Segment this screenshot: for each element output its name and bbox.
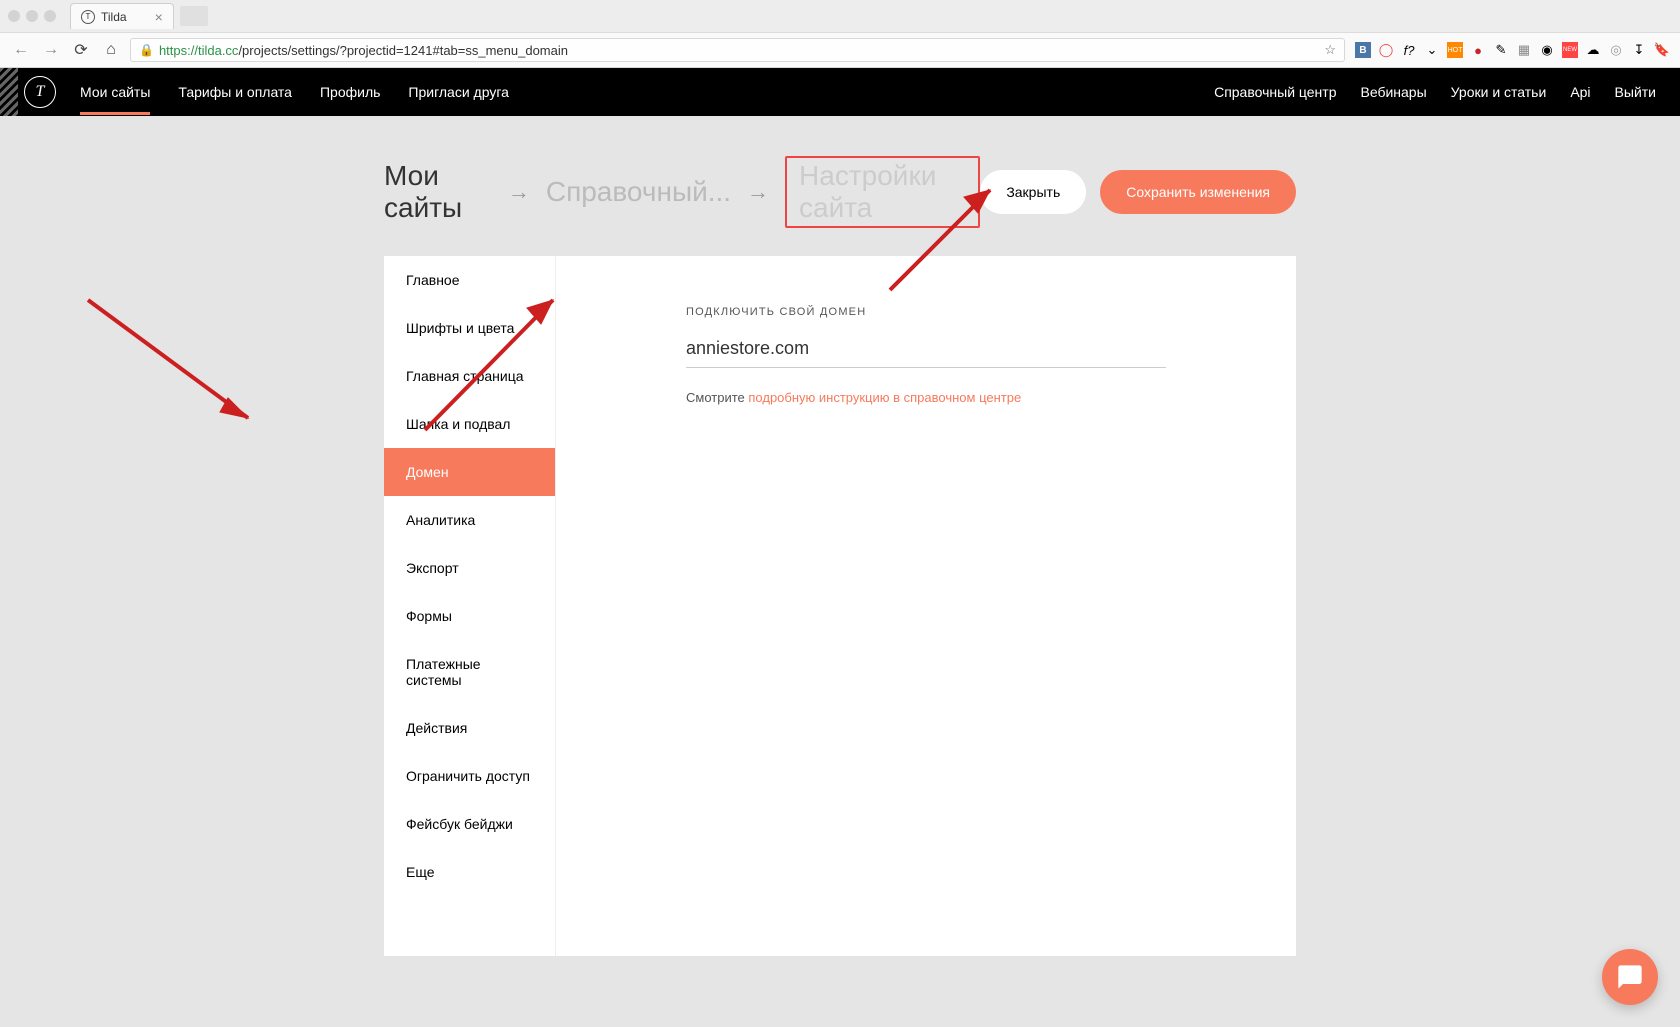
tab-bar: T Tilda × xyxy=(0,0,1680,32)
nav-tutorials[interactable]: Уроки и статьи xyxy=(1451,70,1547,114)
nav-help[interactable]: Справочный центр xyxy=(1214,70,1336,114)
url-field[interactable]: 🔒 https://tilda.cc/projects/settings/?pr… xyxy=(130,38,1345,62)
nav-my-sites[interactable]: Мои сайты xyxy=(80,70,150,114)
close-button[interactable]: Закрыть xyxy=(980,170,1086,214)
sidebar-item-fonts[interactable]: Шрифты и цвета xyxy=(384,304,555,352)
ext-camera-icon[interactable]: ◎ xyxy=(1608,42,1624,58)
help-link[interactable]: подробную инструкцию в справочном центре xyxy=(748,390,1021,405)
crumb-my-sites[interactable]: Мои сайты xyxy=(384,160,492,224)
sidebar-item-homepage[interactable]: Главная страница xyxy=(384,352,555,400)
nav-pricing[interactable]: Тарифы и оплата xyxy=(178,70,292,114)
sidebar-item-general[interactable]: Главное xyxy=(384,256,555,304)
app-header: T Мои сайты Тарифы и оплата Профиль Приг… xyxy=(0,68,1680,116)
crumb-project[interactable]: Справочный... xyxy=(546,176,731,208)
nav-right: Справочный центр Вебинары Уроки и статьи… xyxy=(1214,70,1656,114)
crumb-settings: Настройки сайта xyxy=(785,156,980,228)
star-icon[interactable]: ☆ xyxy=(1324,42,1336,58)
nav-webinars[interactable]: Вебинары xyxy=(1360,70,1426,114)
sidebar-item-forms[interactable]: Формы xyxy=(384,592,555,640)
chat-icon xyxy=(1616,963,1644,991)
help-text: Смотрите подробную инструкцию в справочн… xyxy=(686,390,1166,405)
sidebar-item-actions[interactable]: Действия xyxy=(384,704,555,752)
back-button[interactable]: ← xyxy=(10,39,32,61)
tab-favicon-icon: T xyxy=(81,10,95,24)
url-host: https://tilda.cc xyxy=(159,43,238,58)
sidebar-item-access[interactable]: Ограничить доступ xyxy=(384,752,555,800)
url-path: /projects/settings/?projectid=1241#tab=s… xyxy=(238,43,568,58)
ext-arrow-icon[interactable]: ↧ xyxy=(1631,42,1647,58)
chat-widget[interactable] xyxy=(1602,949,1658,1005)
nav-api[interactable]: Api xyxy=(1570,70,1590,114)
main-content: ПОДКЛЮЧИТЬ СВОЙ ДОМЕН Смотрите подробную… xyxy=(556,256,1296,956)
sidebar-item-headerfooter[interactable]: Шапка и подвал xyxy=(384,400,555,448)
sidebar-item-more[interactable]: Еще xyxy=(384,848,555,896)
sidebar-item-domain[interactable]: Домен xyxy=(384,448,555,496)
ext-grid-icon[interactable]: ▦ xyxy=(1516,42,1532,58)
ext-new-icon[interactable]: NEW xyxy=(1562,42,1578,58)
tab-close-icon[interactable]: × xyxy=(155,9,163,25)
ext-globe-icon[interactable]: ◉ xyxy=(1539,42,1555,58)
maximize-window-button[interactable] xyxy=(44,10,56,22)
ext-dropper-icon[interactable]: ✎ xyxy=(1493,42,1509,58)
sidebar-item-export[interactable]: Экспорт xyxy=(384,544,555,592)
help-prefix: Смотрите xyxy=(686,390,748,405)
ext-pinterest-icon[interactable]: ● xyxy=(1470,42,1486,58)
ext-pocket-icon[interactable]: ⌄ xyxy=(1424,42,1440,58)
sidebar-item-payments[interactable]: Платежные системы xyxy=(384,640,555,704)
lock-icon: 🔒 xyxy=(139,43,154,57)
home-button[interactable]: ⌂ xyxy=(100,39,122,61)
page-wrap: Мои сайты → Справочный... → Настройки са… xyxy=(0,116,1680,956)
breadcrumb: Мои сайты → Справочный... → Настройки са… xyxy=(384,156,980,228)
action-buttons: Закрыть Сохранить изменения xyxy=(980,170,1296,214)
sidebar-item-facebook[interactable]: Фейсбук бейджи xyxy=(384,800,555,848)
tilda-logo[interactable]: T xyxy=(24,76,56,108)
ext-f-icon[interactable]: f? xyxy=(1401,42,1417,58)
ext-vk-icon[interactable]: B xyxy=(1355,42,1371,58)
close-window-button[interactable] xyxy=(8,10,20,22)
tab-title: Tilda xyxy=(101,10,127,24)
chevron-right-icon: → xyxy=(508,179,530,205)
save-button[interactable]: Сохранить изменения xyxy=(1100,170,1296,214)
extension-icons: B ◯ f? ⌄ HOT ● ✎ ▦ ◉ NEW ☁ ◎ ↧ 🔖 xyxy=(1355,42,1670,58)
reload-button[interactable]: ⟳ xyxy=(70,39,92,61)
chevron-right-icon: → xyxy=(747,179,769,205)
nav-profile[interactable]: Профиль xyxy=(320,70,380,114)
forward-button[interactable]: → xyxy=(40,39,62,61)
ext-bookmark-icon[interactable]: 🔖 xyxy=(1654,42,1670,58)
minimize-window-button[interactable] xyxy=(26,10,38,22)
settings-card: Главное Шрифты и цвета Главная страница … xyxy=(384,256,1296,956)
ext-opera-icon[interactable]: ◯ xyxy=(1378,42,1394,58)
browser-chrome: T Tilda × ← → ⟳ ⌂ 🔒 https://tilda.cc/pro… xyxy=(0,0,1680,68)
breadcrumb-row: Мои сайты → Справочный... → Настройки са… xyxy=(384,156,1296,228)
address-bar: ← → ⟳ ⌂ 🔒 https://tilda.cc/projects/sett… xyxy=(0,32,1680,68)
browser-tab[interactable]: T Tilda × xyxy=(70,3,174,29)
sidebar-item-analytics[interactable]: Аналитика xyxy=(384,496,555,544)
settings-sidebar: Главное Шрифты и цвета Главная страница … xyxy=(384,256,556,956)
nav-invite[interactable]: Пригласи друга xyxy=(408,70,509,114)
domain-input[interactable] xyxy=(686,334,1166,368)
nav-left: Мои сайты Тарифы и оплата Профиль Пригла… xyxy=(80,70,509,114)
domain-label: ПОДКЛЮЧИТЬ СВОЙ ДОМЕН xyxy=(686,306,1166,318)
window-controls xyxy=(8,10,56,22)
new-tab-button[interactable] xyxy=(180,6,208,26)
ext-cloud-icon[interactable]: ☁ xyxy=(1585,42,1601,58)
nav-logout[interactable]: Выйти xyxy=(1615,70,1656,114)
ext-hot-icon[interactable]: HOT xyxy=(1447,42,1463,58)
